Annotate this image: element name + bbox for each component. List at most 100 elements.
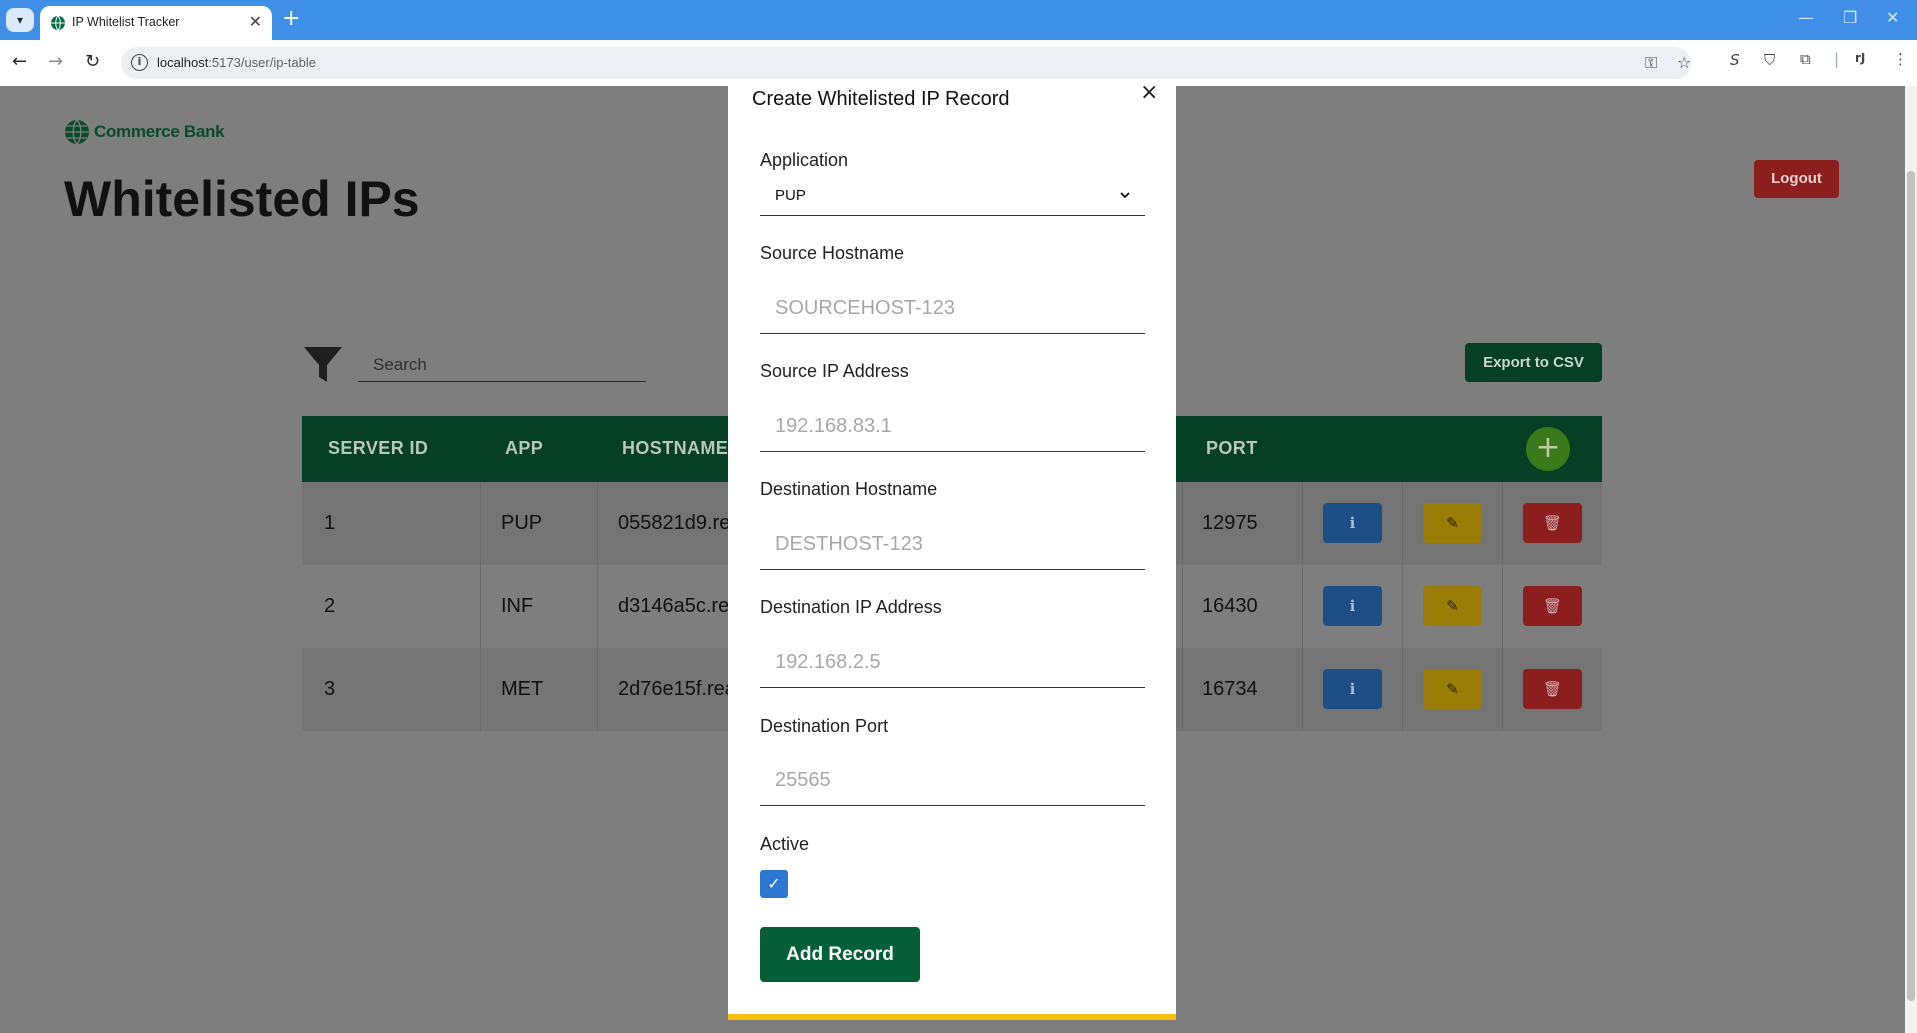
site-info-icon[interactable]: i xyxy=(131,54,148,71)
cell-port: 16734 xyxy=(1202,678,1258,700)
info-icon: ℹ xyxy=(1349,680,1356,698)
search-input[interactable] xyxy=(358,348,646,382)
column-divider xyxy=(1302,565,1303,648)
url-text: localhost:5173/user/ip-table xyxy=(157,55,316,70)
source-hostname-label: Source Hostname xyxy=(760,243,905,263)
restore-icon[interactable]: ❐ xyxy=(1843,8,1857,27)
page-scrollbar[interactable] xyxy=(1905,86,1917,1033)
globe-icon xyxy=(51,15,65,31)
trash-icon: 🗑 xyxy=(1542,680,1563,698)
application-select[interactable]: PUP xyxy=(760,179,1145,216)
add-record-button[interactable]: + xyxy=(1526,427,1570,471)
source-hostname-input[interactable] xyxy=(760,284,1145,334)
info-icon: ℹ xyxy=(1349,597,1356,615)
info-button[interactable]: ℹ xyxy=(1323,503,1382,543)
tab-close-icon[interactable]: ✕ xyxy=(249,12,262,31)
tab-search-chevron-icon[interactable]: ▾ xyxy=(6,8,34,32)
new-tab-icon[interactable]: + xyxy=(282,6,300,31)
cell-server-id: 2 xyxy=(324,595,336,617)
delete-button[interactable]: 🗑 xyxy=(1523,669,1582,709)
minimize-icon[interactable]: — xyxy=(1798,8,1814,27)
shield-extension-icon[interactable]: ⛉ xyxy=(1764,51,1775,69)
column-divider xyxy=(597,482,598,565)
more-menu-icon[interactable]: ⋮ xyxy=(1893,50,1908,68)
cell-hostname: 055821d9.re xyxy=(618,512,731,534)
info-button[interactable]: ℹ xyxy=(1323,669,1382,709)
filter-icon[interactable] xyxy=(303,345,343,383)
column-divider xyxy=(1502,648,1503,731)
dest-port-label: Destination Port xyxy=(760,716,889,736)
add-record-submit-button[interactable]: Add Record xyxy=(760,927,920,982)
trash-icon: 🗑 xyxy=(1542,514,1563,532)
scrollbar-thumb[interactable] xyxy=(1907,171,1915,1001)
back-icon[interactable]: ← xyxy=(12,51,27,72)
browser-tab[interactable]: IP Whitelist Tracker ✕ xyxy=(40,6,272,40)
edit-button[interactable]: ✎ xyxy=(1423,669,1482,709)
active-label: Active xyxy=(760,834,810,854)
edit-icon: ✎ xyxy=(1446,597,1459,615)
close-window-icon[interactable]: ✕ xyxy=(1886,8,1899,27)
application-selected-value: PUP xyxy=(775,187,806,204)
column-divider xyxy=(1302,648,1303,731)
column-divider xyxy=(597,565,598,648)
dest-ip-input[interactable] xyxy=(760,638,1145,688)
cell-app: PUP xyxy=(501,512,543,534)
close-icon[interactable]: × xyxy=(1140,80,1158,105)
chevron-down-icon xyxy=(1120,192,1130,199)
column-divider xyxy=(1182,565,1183,648)
delete-button[interactable]: 🗑 xyxy=(1523,503,1582,543)
dest-port-input[interactable] xyxy=(760,756,1145,806)
source-ip-input[interactable] xyxy=(760,402,1145,452)
active-checkbox[interactable]: ✓ xyxy=(760,870,788,898)
header-hostname[interactable]: HOSTNAME xyxy=(622,438,728,459)
bookmark-star-icon[interactable]: ☆ xyxy=(1677,53,1691,72)
header-server-id[interactable]: SERVER ID xyxy=(328,438,428,459)
column-divider xyxy=(480,482,481,565)
extension-s-icon[interactable]: S xyxy=(1730,51,1740,69)
header-port[interactable]: PORT xyxy=(1206,438,1258,459)
column-divider xyxy=(597,648,598,731)
checkmark-icon: ✓ xyxy=(767,874,781,893)
edit-icon: ✎ xyxy=(1446,514,1459,532)
column-divider xyxy=(1182,648,1183,731)
extensions-puzzle-icon[interactable]: ⧉ xyxy=(1800,50,1811,68)
page-title: Whitelisted IPs xyxy=(64,171,420,227)
cell-port: 12975 xyxy=(1202,512,1258,534)
profile-icon[interactable]: rJ xyxy=(1855,51,1865,65)
column-divider xyxy=(1402,482,1403,565)
logo-globe-icon xyxy=(65,119,89,145)
column-divider xyxy=(1302,482,1303,565)
modal-title: Create Whitelisted IP Record xyxy=(752,88,1010,110)
info-icon: ℹ xyxy=(1349,514,1356,532)
column-divider xyxy=(1402,648,1403,731)
browser-toolbar: ← → ↻ i localhost:5173/user/ip-table ⚿ ☆… xyxy=(0,40,1917,86)
toolbar-divider: | xyxy=(1834,50,1840,68)
cell-hostname: d3146a5c.re xyxy=(618,595,730,617)
forward-icon[interactable]: → xyxy=(48,51,63,72)
column-divider xyxy=(480,648,481,731)
delete-button[interactable]: 🗑 xyxy=(1523,586,1582,626)
address-bar[interactable]: i localhost:5173/user/ip-table ⚿ ☆ xyxy=(121,47,1691,79)
application-label: Application xyxy=(760,150,849,170)
reload-icon[interactable]: ↻ xyxy=(85,51,100,72)
cell-hostname: 2d76e15f.rea xyxy=(618,678,736,700)
browser-tab-bar: ▾ IP Whitelist Tracker ✕ + — ❐ ✕ xyxy=(0,0,1917,40)
password-key-icon[interactable]: ⚿ xyxy=(1645,53,1657,73)
cell-app: MET xyxy=(501,678,544,700)
create-record-modal: Create Whitelisted IP Record × Applicati… xyxy=(728,80,1176,1020)
header-app[interactable]: APP xyxy=(505,438,543,459)
column-divider xyxy=(1502,482,1503,565)
source-ip-label: Source IP Address xyxy=(760,361,909,381)
dest-ip-label: Destination IP Address xyxy=(760,597,942,617)
export-csv-button[interactable]: Export to CSV xyxy=(1465,343,1602,382)
column-divider xyxy=(1182,482,1183,565)
dest-hostname-input[interactable] xyxy=(760,520,1145,570)
cell-port: 16430 xyxy=(1202,595,1258,617)
info-button[interactable]: ℹ xyxy=(1323,586,1382,626)
logout-button[interactable]: Logout xyxy=(1754,160,1839,198)
tab-title: IP Whitelist Tracker xyxy=(72,15,180,29)
edit-button[interactable]: ✎ xyxy=(1423,586,1482,626)
column-divider xyxy=(480,565,481,648)
column-divider xyxy=(1402,565,1403,648)
edit-button[interactable]: ✎ xyxy=(1423,503,1482,543)
